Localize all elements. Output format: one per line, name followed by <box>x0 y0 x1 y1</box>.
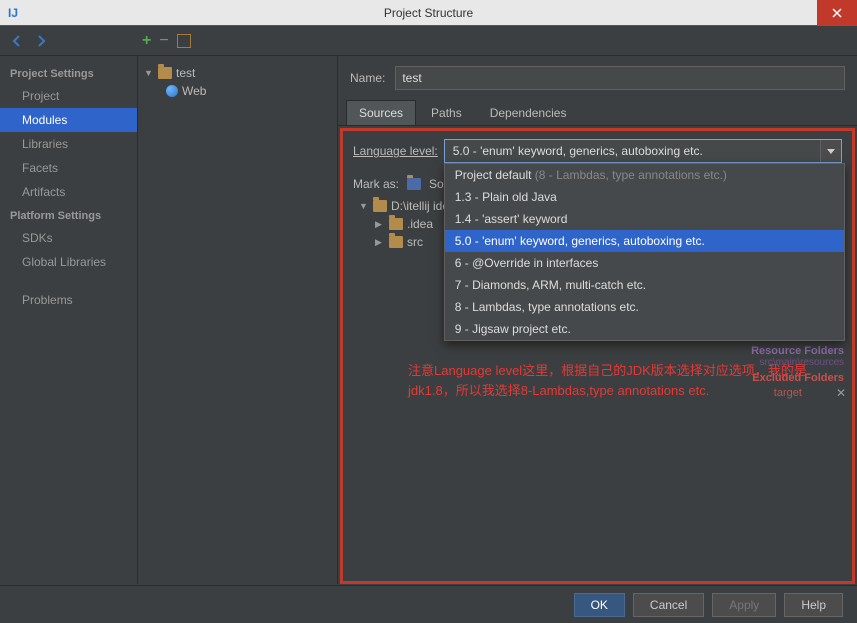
language-level-dropdown: Project default (8 - Lambdas, type annot… <box>444 163 845 341</box>
expand-icon: ▼ <box>144 68 154 78</box>
lang-option-default[interactable]: Project default (8 - Lambdas, type annot… <box>445 164 844 186</box>
back-button[interactable] <box>8 32 26 50</box>
add-button[interactable]: + <box>142 32 151 50</box>
arrow-left-icon <box>11 35 23 47</box>
language-level-label: Language level: <box>353 144 438 158</box>
left-sidebar: Project Settings Project Modules Librari… <box>0 56 138 584</box>
module-name: test <box>176 66 195 80</box>
sources-panel: Language level: 5.0 - 'enum' keyword, ge… <box>340 128 855 584</box>
module-tree-root[interactable]: ▼ test <box>138 64 337 82</box>
language-level-select[interactable]: 5.0 - 'enum' keyword, generics, autoboxi… <box>444 139 842 163</box>
dialog-footer: OK Cancel Apply Help <box>0 585 857 623</box>
lang-option-13[interactable]: 1.3 - Plain old Java <box>445 186 844 208</box>
module-editor: Name: Sources Paths Dependencies Languag… <box>338 56 857 584</box>
sidebar-item-global-libraries[interactable]: Global Libraries <box>0 250 137 274</box>
platform-settings-header: Platform Settings <box>0 204 137 226</box>
folder-icon <box>158 67 172 79</box>
close-icon <box>832 8 842 18</box>
sidebar-item-facets[interactable]: Facets <box>0 156 137 180</box>
toolbar: + − <box>0 26 857 56</box>
help-button[interactable]: Help <box>784 593 843 617</box>
main-body: Project Settings Project Modules Librari… <box>0 56 857 584</box>
sidebar-item-modules[interactable]: Modules <box>0 108 137 132</box>
resource-folders-header: Resource Folders <box>674 345 854 357</box>
title-bar: IJ Project Structure <box>0 0 857 26</box>
language-level-row: Language level: 5.0 - 'enum' keyword, ge… <box>353 139 842 163</box>
sidebar-item-problems[interactable]: Problems <box>0 288 137 312</box>
forward-button[interactable] <box>32 32 50 50</box>
folder-icon <box>389 218 403 230</box>
arrow-right-icon <box>35 35 47 47</box>
mark-sources-button[interactable]: So <box>429 177 444 191</box>
ok-button[interactable]: OK <box>574 593 625 617</box>
lang-option-7[interactable]: 7 - Diamonds, ARM, multi-catch etc. <box>445 274 844 296</box>
tab-sources[interactable]: Sources <box>346 100 416 125</box>
close-button[interactable] <box>817 0 857 26</box>
remove-button[interactable]: − <box>159 32 168 50</box>
module-tabs: Sources Paths Dependencies <box>338 100 857 126</box>
lang-option-6[interactable]: 6 - @Override in interfaces <box>445 252 844 274</box>
window-title: Project Structure <box>0 6 857 20</box>
collapse-icon: ▶ <box>375 219 385 230</box>
apply-button[interactable]: Apply <box>712 593 776 617</box>
lang-option-9[interactable]: 9 - Jigsaw project etc. <box>445 318 844 340</box>
sidebar-item-artifacts[interactable]: Artifacts <box>0 180 137 204</box>
lang-option-50[interactable]: 5.0 - 'enum' keyword, generics, autoboxi… <box>445 230 844 252</box>
project-settings-header: Project Settings <box>0 62 137 84</box>
module-tree-panel: ▼ test Web <box>138 56 338 584</box>
annotation-overlay: 注意Language level这里，根据自己的JDK版本选择对应选项，我的是j… <box>408 361 852 400</box>
name-label: Name: <box>350 71 385 85</box>
sidebar-item-project[interactable]: Project <box>0 84 137 108</box>
app-icon: IJ <box>0 0 26 26</box>
name-row: Name: <box>338 56 857 100</box>
dir-label: src <box>407 235 423 249</box>
lang-option-14[interactable]: 1.4 - 'assert' keyword <box>445 208 844 230</box>
tab-dependencies[interactable]: Dependencies <box>477 100 580 125</box>
module-tree-web[interactable]: Web <box>138 82 337 100</box>
copy-button[interactable] <box>177 34 191 48</box>
cancel-button[interactable]: Cancel <box>633 593 704 617</box>
language-level-value: 5.0 - 'enum' keyword, generics, autoboxi… <box>453 144 703 158</box>
sidebar-item-sdks[interactable]: SDKs <box>0 226 137 250</box>
facet-name: Web <box>182 84 206 98</box>
chevron-down-icon <box>827 149 835 154</box>
sources-folder-icon <box>407 178 421 190</box>
lang-option-8[interactable]: 8 - Lambdas, type annotations etc. <box>445 296 844 318</box>
tab-paths[interactable]: Paths <box>418 100 475 125</box>
name-input[interactable] <box>395 66 845 90</box>
sidebar-item-libraries[interactable]: Libraries <box>0 132 137 156</box>
web-icon <box>166 85 178 97</box>
collapse-icon: ▶ <box>375 237 385 248</box>
mark-as-label: Mark as: <box>353 177 399 191</box>
expand-icon: ▼ <box>359 201 369 211</box>
folder-icon <box>373 200 387 212</box>
language-level-select-wrap: 5.0 - 'enum' keyword, generics, autoboxi… <box>444 139 842 163</box>
dir-label: .idea <box>407 217 433 231</box>
folder-icon <box>389 236 403 248</box>
